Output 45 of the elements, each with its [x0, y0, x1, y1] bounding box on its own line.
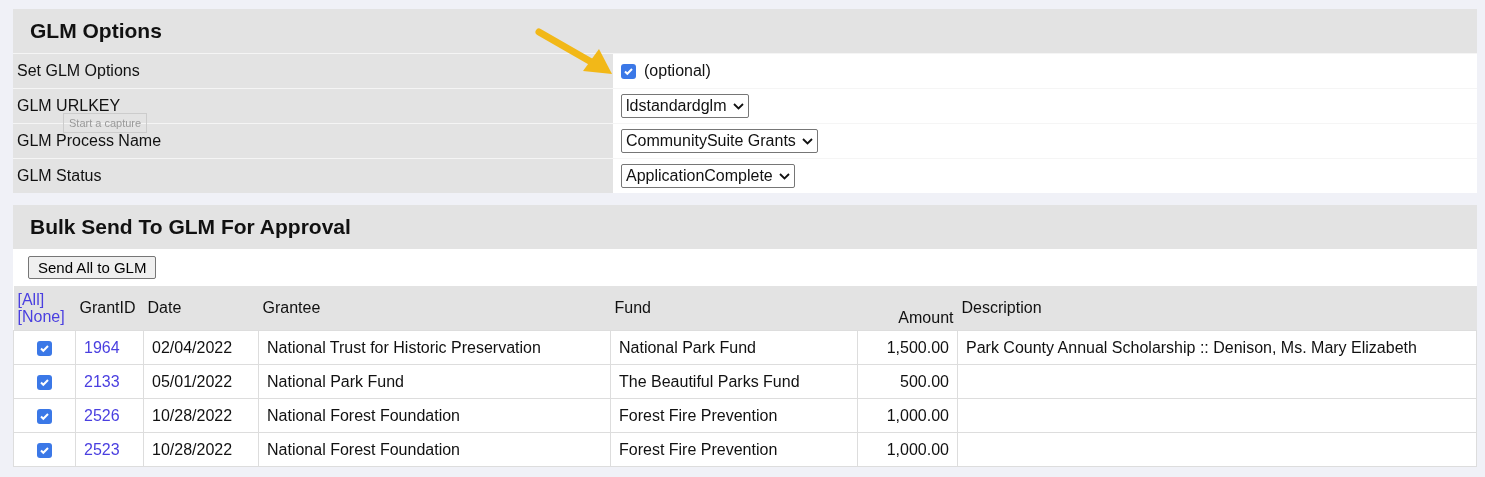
select-none-link[interactable]: [None] [17, 308, 72, 325]
section-title: Bulk Send To GLM For Approval [13, 205, 1477, 249]
field-label: GLM Status [17, 167, 102, 185]
table-cell: National Park Fund [267, 372, 404, 390]
dropdown[interactable]: ApplicationComplete [621, 164, 795, 188]
table-cell: 10/28/2022 [152, 406, 233, 424]
column-header: GrantID [79, 299, 136, 316]
select-all-link[interactable]: [All] [17, 291, 72, 308]
table-cell: Forest Fire Prevention [619, 440, 778, 458]
table-cell: National Forest Foundation [267, 406, 460, 424]
table-cell: Forest Fire Prevention [619, 406, 778, 424]
column-header: Grantee [262, 299, 321, 316]
field-label: GLM URLKEY [17, 97, 121, 115]
table-cell: National Park Fund [619, 338, 756, 356]
column-header: Date [147, 299, 182, 316]
checkbox[interactable] [37, 408, 52, 424]
table-cell: National Forest Foundation [267, 440, 460, 458]
checkbox[interactable] [37, 374, 52, 390]
table-cell: Park County Annual Scholarship :: Denison, Ms. Mary Elizabeth [966, 338, 1417, 356]
checkbox[interactable] [37, 340, 52, 356]
table-cell: The Beautiful Parks Fund [619, 372, 800, 390]
table-cell: 1,000.00 [886, 440, 949, 458]
field-label: Set GLM Options [17, 62, 140, 80]
column-header: Amount [898, 309, 954, 326]
table-cell: 1,500.00 [886, 338, 949, 356]
dropdown[interactable]: CommunitySuite Grants [621, 129, 818, 153]
caret-icon [778, 172, 790, 180]
table-cell: National Trust for Historic Preservation [267, 338, 541, 356]
table-cell: 02/04/2022 [152, 338, 233, 356]
section-title: GLM Options [13, 9, 1477, 53]
column-header: Fund [614, 299, 651, 316]
tooltip: Start a capture [63, 113, 148, 133]
caret-icon [801, 137, 813, 145]
checkbox[interactable] [37, 442, 52, 458]
caret-icon [732, 102, 744, 110]
table-cell: 1,000.00 [886, 406, 949, 424]
hint-text: (optional) [644, 62, 711, 80]
checkbox[interactable] [621, 63, 636, 79]
table-cell: 10/28/2022 [152, 440, 233, 458]
table-cell: 05/01/2022 [152, 372, 233, 390]
table-cell: 500.00 [900, 372, 949, 390]
field-label: GLM Process Name [17, 132, 162, 150]
dropdown[interactable]: ldstandardglm [621, 94, 749, 118]
send-all-button[interactable]: Send All to GLM [28, 256, 157, 279]
column-header: Description [961, 299, 1042, 316]
